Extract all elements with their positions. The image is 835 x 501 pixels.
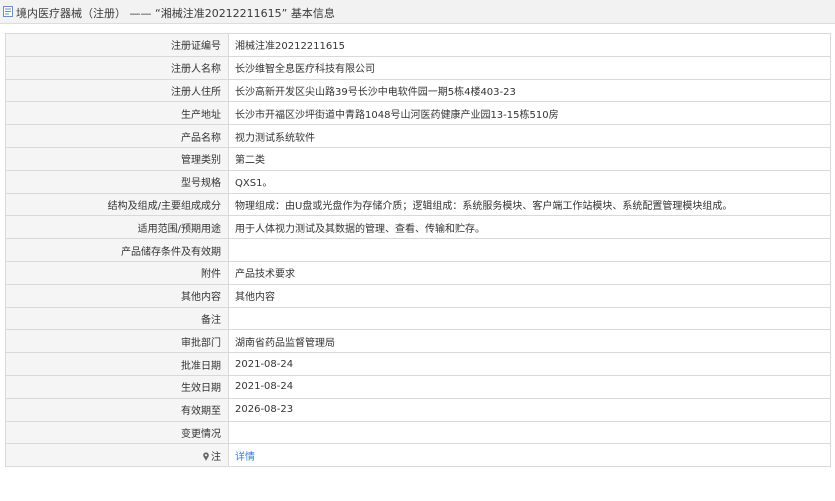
table-row: 附件 产品技术要求 [5,260,831,285]
table-row: 批准日期 2021-08-24 [5,352,831,376]
field-value: 湖南省药品监督管理局 [228,329,831,354]
field-value [228,238,831,262]
field-label: 审批部门 [5,329,229,354]
field-label: 产品名称 [5,124,229,148]
table-row: 注册人住所 长沙高新开发区尖山路39号长沙中电软件园一期5栋4楼403-23 [5,78,831,103]
field-label: 注册证编号 [5,33,229,57]
field-label: 其他内容 [5,283,229,308]
field-value: 长沙市开福区沙坪街道中青路1048号山河医药健康产业园13-15栋510房 [228,101,831,126]
table-row: 产品储存条件及有效期 [5,238,831,262]
field-label: 注册人住所 [5,78,229,103]
field-label: 生产地址 [5,101,229,126]
note-row: 注 详情 [5,443,831,468]
field-value: 长沙高新开发区尖山路39号长沙中电软件园一期5栋4楼403-23 [228,78,831,103]
table-row: 有效期至 2026-08-23 [5,397,831,422]
field-value: 视力测试系统软件 [228,124,831,148]
field-value: 湘械注准20212211615 [228,33,831,57]
table-row: 变更情况 [5,420,831,445]
field-label: 适用范围/预期用途 [5,215,229,240]
field-label: 管理类别 [5,146,229,171]
table-row: 结构及组成/主要组成成分 物理组成：由U盘或光盘作为存储介质；逻辑组成：系统服务模… [5,192,831,217]
table-row: 备注 [5,306,831,331]
table-row: 生效日期 2021-08-24 [5,374,831,399]
field-value: 物理组成：由U盘或光盘作为存储介质；逻辑组成：系统服务模块、客户端工作站模块、系… [228,192,831,217]
location-pin-icon [203,452,209,461]
table-row: 管理类别 第二类 [5,146,831,171]
field-label: 变更情况 [5,420,229,445]
page-title: 境内医疗器械（注册） —— “湘械注准20212211615” 基本信息 [16,7,335,20]
field-label: 型号规格 [5,169,229,194]
field-label: 结构及组成/主要组成成分 [5,192,229,217]
table-row: 型号规格 QXS1。 [5,169,831,194]
field-value [228,420,831,445]
field-label: 附件 [5,260,229,285]
field-label: 产品储存条件及有效期 [5,238,229,262]
field-value: 产品技术要求 [228,260,831,285]
table-row: 生产地址 长沙市开福区沙坪街道中青路1048号山河医药健康产业园13-15栋510… [5,101,831,126]
page-header: 境内医疗器械（注册） —— “湘械注准20212211615” 基本信息 [0,0,835,24]
field-value: 2021-08-24 [228,374,831,399]
note-value-cell: 详情 [228,443,831,468]
table-row: 其他内容 其他内容 [5,283,831,308]
table-row: 产品名称 视力测试系统软件 [5,124,831,148]
field-value: QXS1。 [228,169,831,194]
table-row: 注册证编号 湘械注准20212211615 [5,33,831,57]
field-label: 备注 [5,306,229,331]
field-label: 批准日期 [5,352,229,376]
details-link[interactable]: 详情 [235,452,255,463]
field-value: 第二类 [228,146,831,171]
note-label-cell: 注 [5,443,229,468]
document-icon [3,6,13,17]
table-row: 注册人名称 长沙维智全息医疗科技有限公司 [5,55,831,80]
note-label: 注 [211,451,221,463]
field-label: 有效期至 [5,397,229,422]
table-row: 适用范围/预期用途 用于人体视力测试及其数据的管理、查看、传输和贮存。 [5,215,831,240]
field-value: 用于人体视力测试及其数据的管理、查看、传输和贮存。 [228,215,831,240]
field-value: 2021-08-24 [228,352,831,376]
table-row: 审批部门 湖南省药品监督管理局 [5,329,831,354]
field-label: 注册人名称 [5,55,229,80]
field-label: 生效日期 [5,374,229,399]
field-value: 2026-08-23 [228,397,831,422]
field-value: 其他内容 [228,283,831,308]
field-value [228,306,831,331]
info-table: 注册证编号 湘械注准20212211615 注册人名称 长沙维智全息医疗科技有限公司注… [5,33,831,468]
field-value: 长沙维智全息医疗科技有限公司 [228,55,831,80]
